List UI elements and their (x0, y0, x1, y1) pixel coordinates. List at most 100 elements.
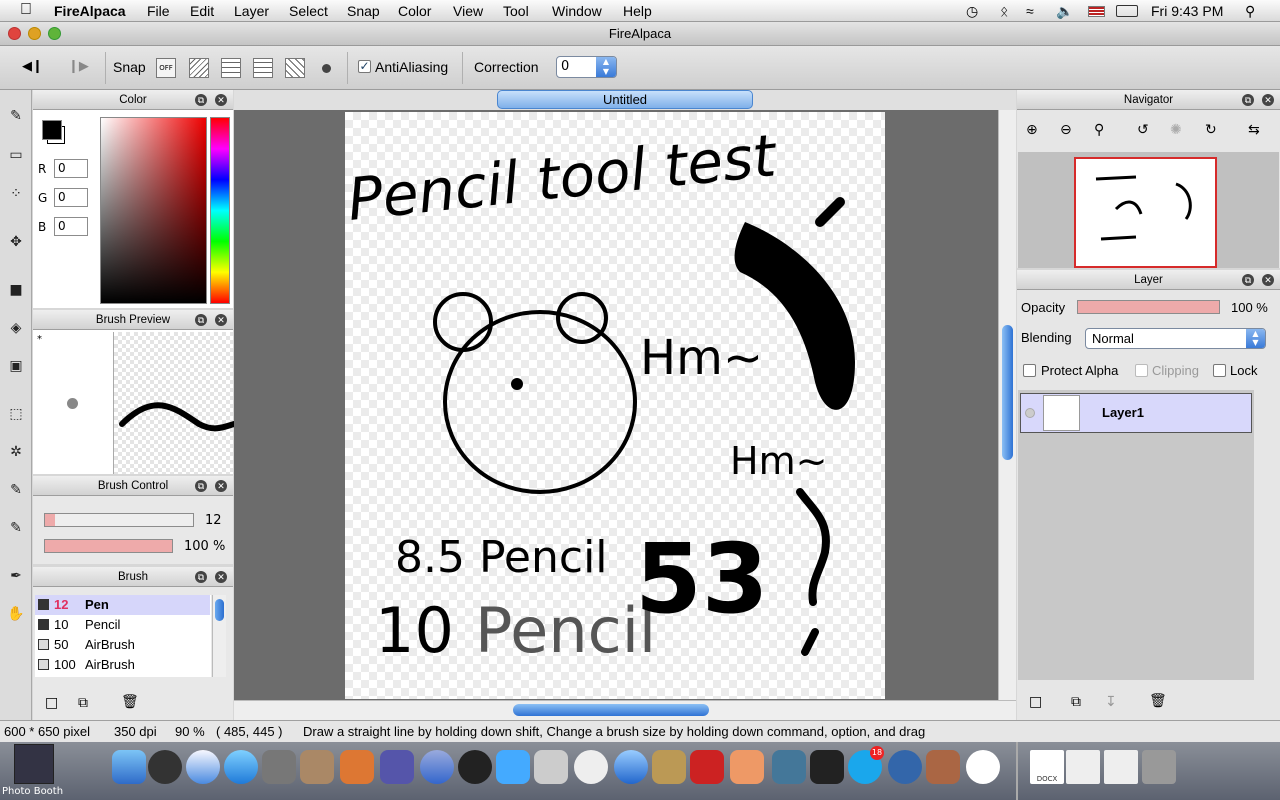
duplicate-brush-icon[interactable]: ⧉ (78, 695, 88, 711)
ink-icon[interactable] (810, 750, 844, 784)
clipping-checkbox[interactable] (1135, 364, 1148, 377)
correction-select[interactable]: 0 ▲ ▼ (556, 56, 617, 78)
hue-slider[interactable] (210, 117, 230, 304)
volume-icon[interactable]: 🔈 (1056, 3, 1073, 20)
redo-icon[interactable]: ❙▶ (68, 59, 89, 74)
preview-icon[interactable] (652, 750, 686, 784)
menu-color[interactable]: Color (398, 3, 431, 19)
dashboard-icon[interactable] (148, 750, 182, 784)
r-input[interactable]: 0 (54, 159, 88, 178)
rotate-reset-icon[interactable]: ✺ (1170, 122, 1182, 138)
wacom-icon[interactable] (496, 750, 530, 784)
wifi-icon[interactable]: ≈ (1026, 3, 1034, 19)
zoom-in-icon[interactable]: ⊕ (1026, 122, 1038, 138)
iphoto-icon[interactable] (300, 750, 334, 784)
fill-rect-tool-icon[interactable]: ■ (6, 280, 26, 300)
docx-file-icon[interactable]: DOCX (1030, 750, 1064, 784)
delete-layer-icon[interactable]: 🗑 (1149, 693, 1167, 709)
menu-select[interactable]: Select (289, 3, 328, 19)
brush-list-item-pencil[interactable]: 10 Pencil (35, 615, 210, 635)
document-stack-icon-2[interactable] (1104, 750, 1138, 784)
saturation-value-picker[interactable] (100, 117, 207, 304)
brush-list-item-airbrush-50[interactable]: 50 AirBrush (35, 635, 210, 655)
ichat-icon[interactable] (224, 750, 258, 784)
panel-close-icon[interactable]: ✕ (1262, 274, 1274, 286)
garageband-icon[interactable] (926, 750, 960, 784)
eyedropper-tool-icon[interactable]: ✒ (6, 566, 26, 586)
spaces-icon[interactable] (380, 750, 414, 784)
undo-icon[interactable]: ◀❙ (22, 59, 43, 74)
menu-file[interactable]: File (147, 3, 170, 19)
network-icon[interactable] (888, 750, 922, 784)
drawing-canvas[interactable]: Pencil tool test Hm~ Hm~ 8.5 Pencil 10 P… (344, 112, 885, 699)
chevron-updown-icon[interactable]: ▲ ▼ (596, 57, 616, 77)
time-machine-icon[interactable]: ◷ (966, 3, 978, 20)
bluetooth-icon[interactable]: ᛟ (1000, 3, 1008, 19)
apple-icon[interactable]:  (20, 1, 32, 19)
b-input[interactable]: 0 (54, 217, 88, 236)
layer-visibility-icon[interactable] (1025, 408, 1035, 418)
document-stack-icon[interactable] (1066, 750, 1100, 784)
menu-help[interactable]: Help (623, 3, 652, 19)
zoom-fit-icon[interactable]: ⚲ (1094, 122, 1104, 138)
snap-off-button[interactable]: OFF (156, 58, 176, 78)
safari-icon[interactable] (186, 750, 220, 784)
layer-row[interactable]: Layer1 (1020, 393, 1252, 433)
panel-float-icon[interactable]: ⧉ (1242, 94, 1254, 106)
canvas-horizontal-scrollbar[interactable] (234, 700, 1016, 720)
finder-icon[interactable] (112, 750, 146, 784)
magic-wand-tool-icon[interactable]: ✲ (6, 442, 26, 462)
new-brush-icon[interactable]: □ (45, 695, 58, 711)
panel-close-icon[interactable]: ✕ (215, 571, 227, 583)
camera-icon[interactable] (772, 750, 806, 784)
menu-layer[interactable]: Layer (234, 3, 269, 19)
time-machine-dock-icon[interactable] (458, 750, 492, 784)
hp-bulb-icon[interactable] (574, 750, 608, 784)
pen-tool-icon[interactable]: ✎ (6, 106, 26, 126)
panel-close-icon[interactable]: ✕ (215, 94, 227, 106)
brush-size-slider[interactable] (44, 513, 194, 527)
menu-tool[interactable]: Tool (503, 3, 529, 19)
panel-float-icon[interactable]: ⧉ (195, 94, 207, 106)
flip-icon[interactable]: ⇆ (1248, 122, 1260, 138)
panel-close-icon[interactable]: ✕ (215, 314, 227, 326)
blending-select[interactable]: Normal ▲ ▼ (1085, 328, 1266, 349)
photobooth-thumbnail[interactable] (14, 744, 54, 784)
app-store-icon[interactable] (614, 750, 648, 784)
menu-snap[interactable]: Snap (347, 3, 380, 19)
brush-list-item-airbrush-100[interactable]: 100 AirBrush (35, 655, 210, 675)
snap-horizontal-icon[interactable] (253, 58, 273, 78)
document-tab[interactable]: Untitled (497, 90, 753, 109)
menu-app-name[interactable]: FireAlpaca (54, 3, 126, 19)
menu-edit[interactable]: Edit (190, 3, 214, 19)
battery-icon[interactable] (1116, 5, 1138, 17)
rotate-left-icon[interactable]: ↺ (1137, 122, 1149, 138)
merge-layer-icon[interactable]: ↧ (1105, 694, 1117, 710)
menu-view[interactable]: View (453, 3, 483, 19)
eraser-tool-icon[interactable]: ▭ (6, 145, 26, 165)
spotlight-icon[interactable]: ⚲ (1245, 3, 1255, 20)
vertical-scroll-thumb[interactable] (1002, 325, 1013, 460)
snap-perspective-icon[interactable] (285, 58, 305, 78)
layer-opacity-slider[interactable] (1077, 300, 1220, 314)
brush-opacity-slider[interactable] (44, 539, 173, 553)
snap-parallel-icon[interactable] (189, 58, 209, 78)
clock[interactable]: Fri 9:43 PM (1151, 3, 1223, 19)
canvas-vertical-scrollbar[interactable] (998, 110, 1016, 700)
menu-window[interactable]: Window (552, 3, 602, 19)
mail-icon[interactable] (262, 750, 296, 784)
bucket-tool-icon[interactable]: ◈ (6, 318, 26, 338)
select-tool-icon[interactable]: ⬚ (6, 404, 26, 424)
snap-grid-icon[interactable] (221, 58, 241, 78)
us-flag-icon[interactable] (1088, 6, 1105, 17)
foreground-color-swatch[interactable] (42, 120, 62, 140)
paint-icon[interactable] (730, 750, 764, 784)
alpaca-icon[interactable] (966, 750, 1000, 784)
itunes-icon[interactable] (420, 750, 454, 784)
panel-float-icon[interactable]: ⧉ (195, 314, 207, 326)
lock-checkbox[interactable] (1213, 364, 1226, 377)
antialiasing-checkbox[interactable]: ✓ (358, 60, 371, 73)
g-input[interactable]: 0 (54, 188, 88, 207)
photo-booth-dock-icon[interactable] (690, 750, 724, 784)
panel-close-icon[interactable]: ✕ (1262, 94, 1274, 106)
